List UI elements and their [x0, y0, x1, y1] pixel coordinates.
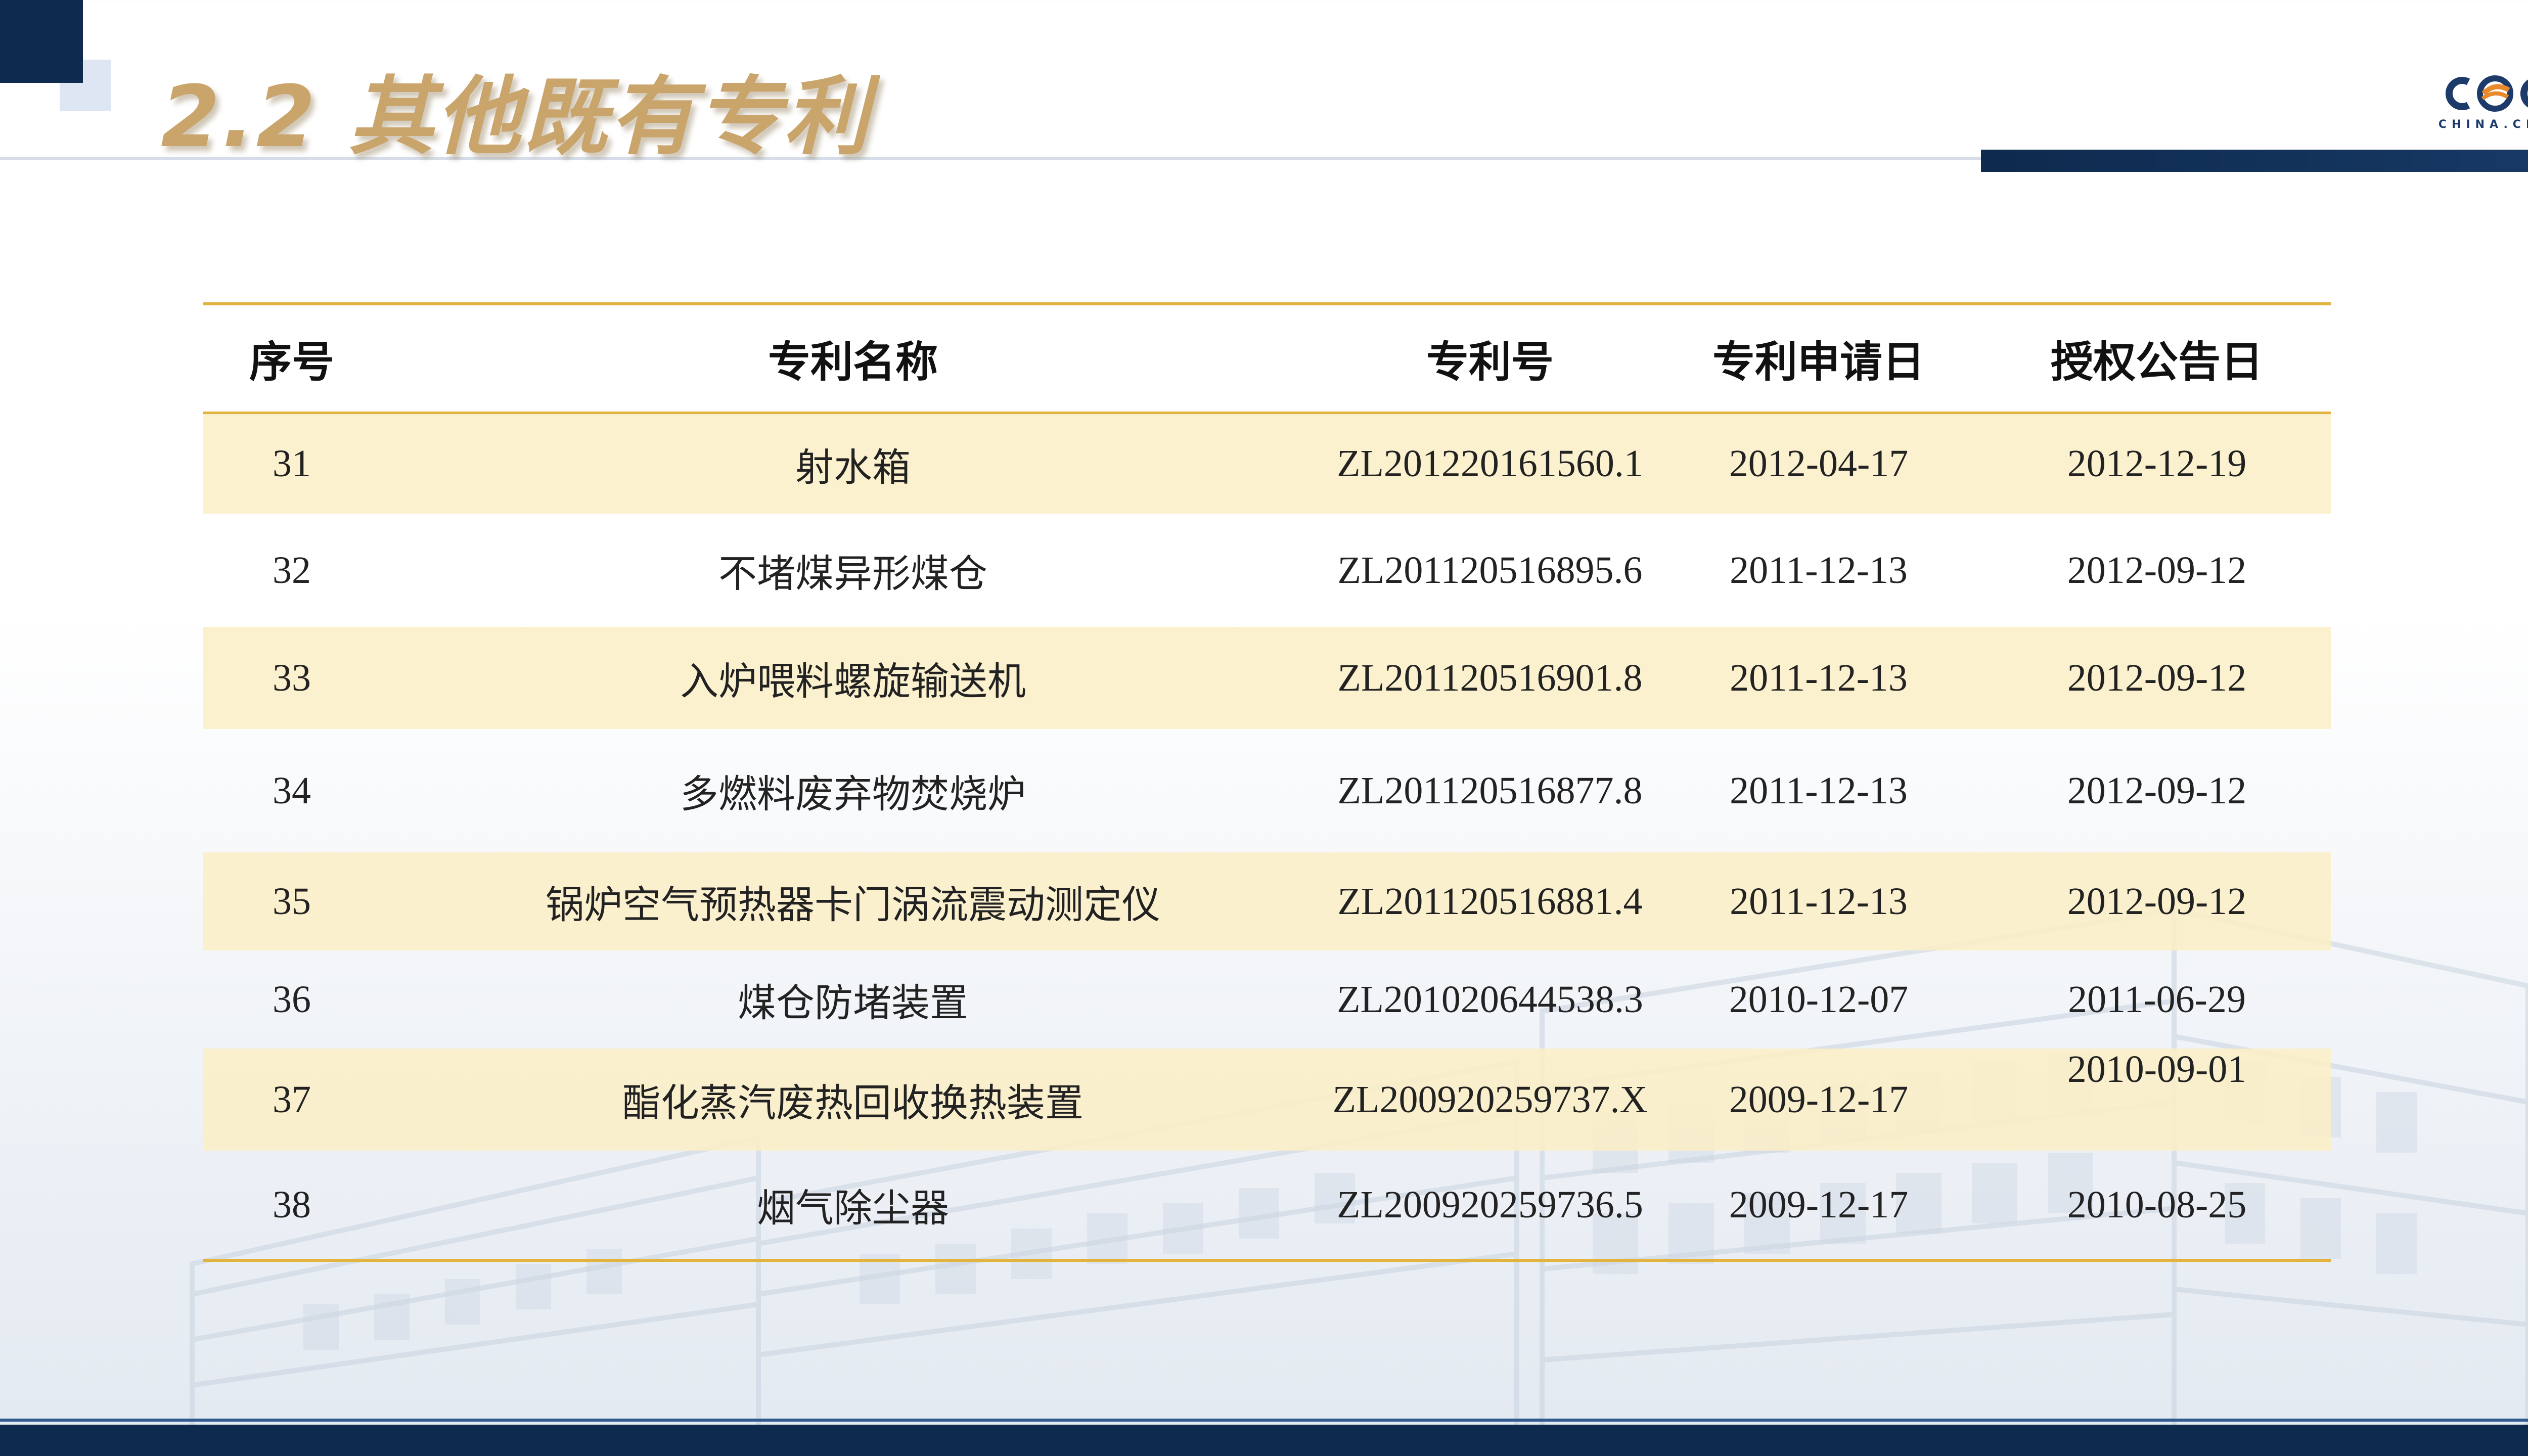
cell-index: 38: [273, 1183, 311, 1226]
cell-grant-date: 2012-12-19: [2067, 442, 2247, 485]
table-row: 33 入炉喂料螺旋输送机 ZL201120516901.8 2011-12-13…: [203, 627, 2331, 729]
header-accent-bar: [1981, 150, 2528, 172]
header-cell-name: 专利名称: [768, 337, 938, 387]
table-row: 38 烟气除尘器 ZL200920259736.5 2009-12-17 201…: [203, 1151, 2331, 1259]
cell-grant-date: 2010-08-25: [2067, 1183, 2247, 1226]
cell-index: 33: [273, 656, 311, 699]
table-bottom-rule: [203, 1259, 2331, 1262]
header-cell-number: 专利号: [1426, 337, 1554, 387]
slide-title: 2.2 其他既有专利: [161, 67, 871, 166]
cell-patent-number: ZL200920259737.X: [1332, 1078, 1648, 1121]
table-row: 37 酯化蒸汽废热回收换热装置 ZL200920259737.X 2009-12…: [203, 1048, 2331, 1151]
cell-patent-name: 射水箱: [795, 444, 911, 490]
cell-patent-number: ZL201120516895.6: [1337, 549, 1643, 592]
cell-patent-number: ZL201120516877.8: [1337, 769, 1643, 812]
cell-patent-number: ZL201220161560.1: [1337, 442, 1643, 485]
logo-text: CHINA.CEC: [2438, 118, 2528, 131]
cell-apply-date: 2011-12-13: [1730, 656, 1908, 699]
cell-grant-date: 2012-09-12: [2067, 549, 2247, 592]
header-cell-index: 序号: [249, 337, 334, 387]
cell-apply-date: 2009-12-17: [1729, 1183, 1909, 1226]
header-cell-grant-date: 授权公告日: [2050, 337, 2263, 387]
table-row: 32 不堵煤异形煤仓 ZL201120516895.6 2011-12-13 2…: [203, 514, 2331, 627]
cell-grant-date: 2011-06-29: [2068, 978, 2246, 1021]
cell-patent-number: ZL200920259736.5: [1337, 1183, 1643, 1226]
cell-patent-number: ZL201120516881.4: [1337, 880, 1643, 923]
cell-patent-name: 酯化蒸汽废热回收换热装置: [622, 1080, 1084, 1125]
cell-apply-date: 2010-12-07: [1729, 978, 1909, 1021]
cec-logo-icon: [2445, 75, 2528, 112]
cell-apply-date: 2011-12-13: [1730, 549, 1908, 592]
cell-index: 37: [273, 1078, 311, 1121]
cell-patent-name: 锅炉空气预热器卡门涡流震动测定仪: [546, 882, 1160, 927]
cell-apply-date: 2012-04-17: [1729, 442, 1909, 485]
table-row: 31 射水箱 ZL201220161560.1 2012-04-17 2012-…: [203, 414, 2331, 514]
table-row: 34 多燃料废弃物焚烧炉 ZL201120516877.8 2011-12-13…: [203, 729, 2331, 852]
cell-apply-date: 2009-12-17: [1729, 1078, 1909, 1121]
cell-patent-number: ZL201120516901.8: [1337, 656, 1643, 699]
cell-index: 34: [273, 769, 311, 812]
cell-grant-date: 2012-09-12: [2067, 769, 2247, 812]
table-row: 36 煤仓防堵装置 ZL201020644538.3 2010-12-07 20…: [203, 950, 2331, 1049]
table-header-row: 序号 专利名称 专利号 专利申请日 授权公告日: [203, 305, 2331, 412]
cell-apply-date: 2011-12-13: [1730, 880, 1908, 923]
patent-table: 序号 专利名称 专利号 专利申请日 授权公告日 31 射水箱 ZL2012201…: [203, 302, 2331, 1262]
cell-patent-name: 不堵煤异形煤仓: [718, 551, 987, 596]
footer-accent-line: [0, 1419, 2528, 1422]
cell-apply-date: 2011-12-13: [1730, 769, 1908, 812]
cell-index: 35: [273, 880, 311, 923]
cell-patent-number: ZL201020644538.3: [1337, 978, 1643, 1021]
cell-patent-name: 入炉喂料螺旋输送机: [680, 659, 1026, 704]
cell-patent-name: 多燃料废弃物焚烧炉: [680, 771, 1026, 816]
footer-bar: [0, 1425, 2528, 1456]
cell-index: 36: [273, 978, 311, 1021]
cell-grant-date: 2012-09-12: [2067, 656, 2247, 699]
cell-index: 31: [273, 442, 311, 485]
cell-grant-date: 2010-09-01: [2067, 1048, 2247, 1090]
company-logo: CHINA.CEC: [2437, 71, 2528, 136]
cell-patent-name: 烟气除尘器: [757, 1186, 949, 1231]
header-cell-apply-date: 专利申请日: [1712, 337, 1925, 387]
cell-index: 32: [273, 549, 311, 592]
cell-grant-date: 2012-09-12: [2067, 880, 2247, 923]
corner-decoration-dark: [0, 0, 83, 83]
cell-patent-name: 煤仓防堵装置: [738, 980, 968, 1025]
table-row: 35 锅炉空气预热器卡门涡流震动测定仪 ZL201120516881.4 201…: [203, 852, 2331, 950]
